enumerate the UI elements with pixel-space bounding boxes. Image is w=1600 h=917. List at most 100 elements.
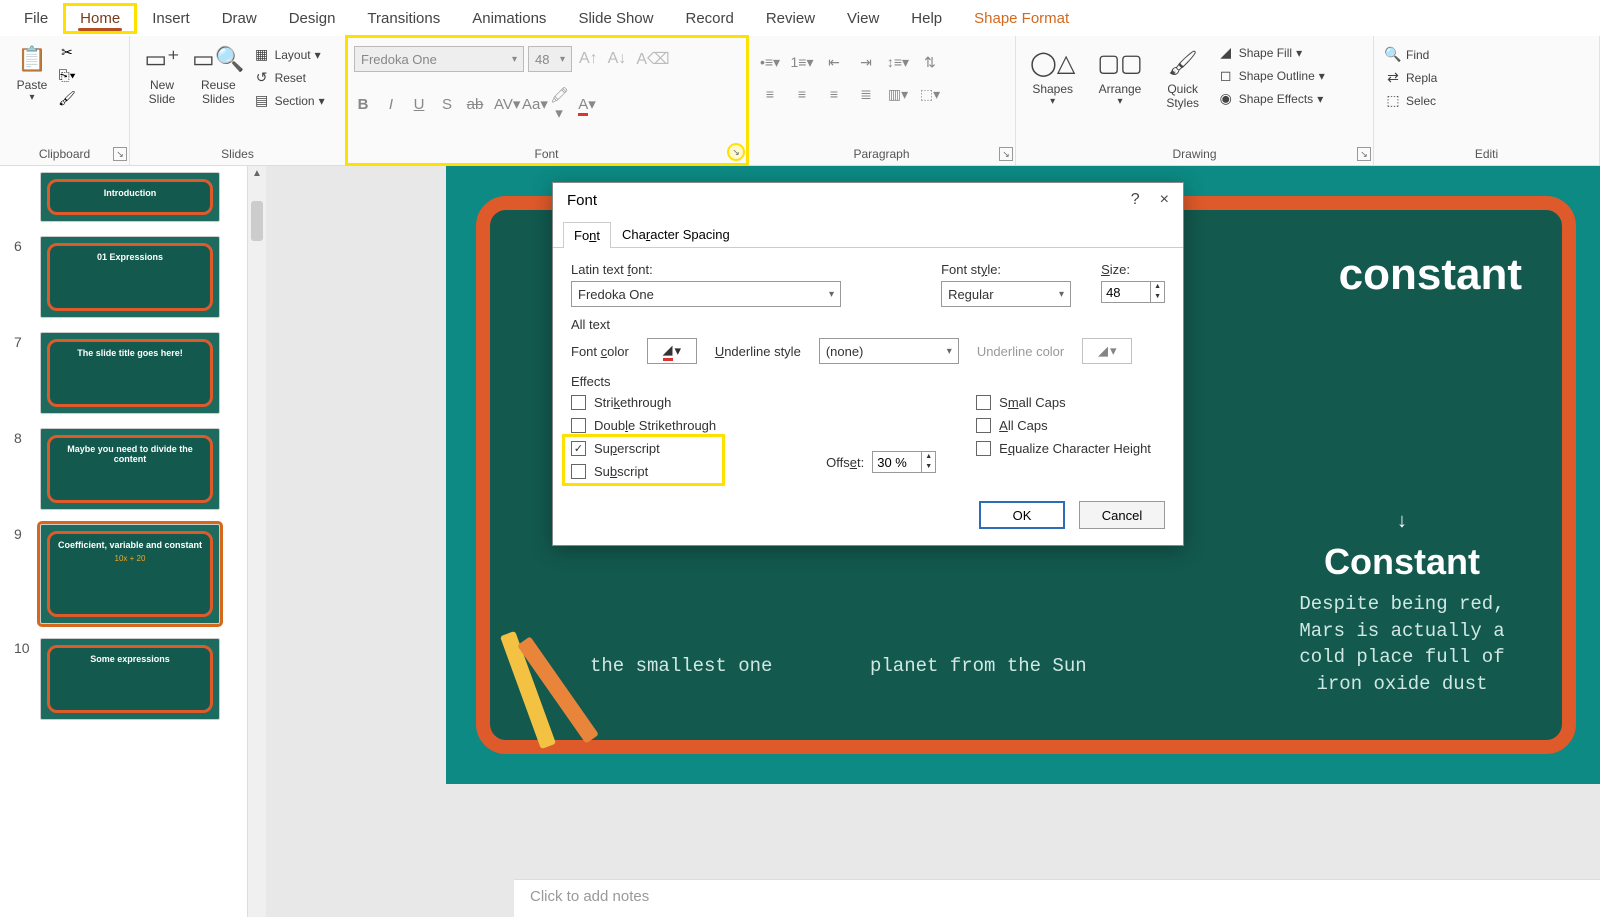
group-slides-label: Slides (138, 144, 337, 165)
italic-icon[interactable]: I (382, 96, 400, 113)
find-icon: 🔍 (1384, 46, 1402, 63)
strikethrough-checkbox[interactable]: Strikethrough (571, 395, 716, 410)
tab-review[interactable]: Review (750, 4, 831, 33)
cancel-button[interactable]: Cancel (1079, 501, 1165, 529)
font-color-button[interactable]: ◢▾ (647, 338, 697, 364)
dialog-tab-font[interactable]: Font (563, 222, 611, 248)
new-slide-button[interactable]: ▭⁺ New Slide (138, 40, 186, 110)
justify-icon[interactable]: ≣ (852, 80, 880, 108)
superscript-checkbox[interactable]: Superscript (571, 441, 716, 456)
tab-insert[interactable]: Insert (136, 4, 206, 33)
ok-button[interactable]: OK (979, 501, 1065, 529)
text-direction-icon[interactable]: ⇅ (916, 48, 944, 76)
tab-file[interactable]: File (8, 4, 64, 33)
thumb-scrollbar[interactable]: ▲ (248, 166, 266, 917)
copy-icon[interactable]: ⎘▾ (58, 67, 76, 84)
tab-transitions[interactable]: Transitions (351, 4, 456, 33)
subscript-checkbox[interactable]: Subscript (571, 464, 716, 479)
char-spacing-icon[interactable]: AV▾ (494, 95, 512, 113)
shapes-button[interactable]: ◯△Shapes▾ (1024, 44, 1081, 111)
underline-color-button[interactable]: ◢▾ (1082, 338, 1132, 364)
strike-icon[interactable]: ab (466, 96, 484, 113)
thumb-10[interactable]: Some expressions (40, 638, 220, 720)
cut-icon[interactable]: ✂ (58, 44, 76, 61)
shape-effects-button[interactable]: ◉Shape Effects ▾ (1217, 90, 1325, 107)
indent-dec-icon[interactable]: ⇤ (820, 48, 848, 76)
thumb-7[interactable]: The slide title goes here! (40, 332, 220, 414)
replace-button[interactable]: ⇄Repla (1384, 69, 1437, 86)
notes-placeholder[interactable]: Click to add notes (514, 879, 1600, 917)
format-painter-icon[interactable]: 🖌 (58, 90, 76, 107)
offset-spinner[interactable]: ▲▼ (872, 451, 936, 473)
font-launcher[interactable]: ↘ (727, 143, 745, 161)
shape-outline-button[interactable]: ◻Shape Outline ▾ (1217, 67, 1325, 84)
scroll-thumb[interactable] (251, 201, 263, 241)
numbering-icon[interactable]: 1≡▾ (788, 48, 816, 76)
new-slide-icon: ▭⁺ (144, 44, 179, 74)
align-center-icon[interactable]: ≡ (788, 80, 816, 108)
highlight-icon[interactable]: 🖍▾ (550, 86, 568, 122)
clipboard-icon: 📋 (17, 44, 47, 74)
dialog-close-icon[interactable]: × (1160, 191, 1169, 209)
layout-button[interactable]: ▦Layout ▾ (253, 46, 325, 63)
change-case-icon[interactable]: Aa▾ (522, 95, 540, 113)
underline-style-combo[interactable]: (none)▾ (819, 338, 959, 364)
tab-view[interactable]: View (831, 4, 895, 33)
equalize-height-checkbox[interactable]: Equalize Character Height (976, 441, 1151, 456)
indent-inc-icon[interactable]: ⇥ (852, 48, 880, 76)
font-color-icon[interactable]: A▾ (578, 95, 596, 113)
columns-icon[interactable]: ▥▾ (884, 80, 912, 108)
clear-format-icon[interactable]: A⌫ (633, 49, 672, 69)
tab-draw[interactable]: Draw (206, 4, 273, 33)
paragraph-launcher[interactable]: ↘ (999, 147, 1013, 161)
shape-fill-button[interactable]: ◢Shape Fill ▾ (1217, 44, 1325, 61)
align-right-icon[interactable]: ≡ (820, 80, 848, 108)
latin-font-combo[interactable]: Fredoka One▾ (571, 281, 841, 307)
thumb-5[interactable]: Introduction (40, 172, 220, 222)
tab-record[interactable]: Record (669, 4, 749, 33)
thumb-6[interactable]: 01 Expressions (40, 236, 220, 318)
reuse-slides-button[interactable]: ▭🔍 Reuse Slides (186, 40, 251, 110)
line-spacing-icon[interactable]: ↕≡▾ (884, 48, 912, 76)
font-style-combo[interactable]: Regular▾ (941, 281, 1071, 307)
arrange-button[interactable]: ▢▢Arrange▾ (1091, 44, 1148, 111)
align-left-icon[interactable]: ≡ (756, 80, 784, 108)
tab-shape-format[interactable]: Shape Format (958, 4, 1085, 33)
quick-styles-button[interactable]: 🖌Quick Styles (1159, 44, 1207, 114)
font-size-spinner[interactable]: ▲▼ (1101, 281, 1165, 303)
tab-home[interactable]: Home (64, 4, 136, 33)
scroll-up-icon[interactable]: ▲ (250, 166, 264, 181)
tab-animations[interactable]: Animations (456, 4, 562, 33)
smartart-icon[interactable]: ⬚▾ (916, 80, 944, 108)
font-name-combo[interactable]: Fredoka One▾ (354, 46, 524, 72)
tab-slideshow[interactable]: Slide Show (562, 4, 669, 33)
font-size-combo[interactable]: 48▾ (528, 46, 572, 72)
shadow-icon[interactable]: S (438, 96, 456, 113)
group-editing-label: Editi (1382, 144, 1591, 165)
tab-design[interactable]: Design (273, 4, 352, 33)
dialog-tab-spacing[interactable]: Character Spacing (611, 221, 741, 247)
clipboard-launcher[interactable]: ↘ (113, 147, 127, 161)
small-caps-checkbox[interactable]: Small Caps (976, 395, 1151, 410)
thumb-8[interactable]: Maybe you need to divide the content (40, 428, 220, 510)
bold-icon[interactable]: B (354, 96, 372, 113)
shapes-icon: ◯△ (1030, 48, 1075, 78)
arrange-icon: ▢▢ (1097, 48, 1142, 78)
select-button[interactable]: ⬚Selec (1384, 92, 1437, 109)
dialog-help-icon[interactable]: ? (1131, 191, 1140, 209)
underline-icon[interactable]: U (410, 96, 428, 113)
tab-help[interactable]: Help (895, 4, 958, 33)
bullets-icon[interactable]: •≡▾ (756, 48, 784, 76)
all-caps-checkbox[interactable]: All Caps (976, 418, 1151, 433)
find-button[interactable]: 🔍Find (1384, 46, 1437, 63)
section-button[interactable]: ▤Section ▾ (253, 92, 325, 109)
double-strike-checkbox[interactable]: Double Strikethrough (571, 418, 716, 433)
drawing-launcher[interactable]: ↘ (1357, 147, 1371, 161)
grow-font-icon[interactable]: A↑ (576, 50, 601, 68)
reset-button[interactable]: ↺Reset (253, 69, 325, 86)
font-dialog: Font ? × Font Character Spacing Latin te… (552, 182, 1184, 546)
thumb-9[interactable]: Coefficient, variable and constant10x + … (40, 524, 220, 624)
shrink-font-icon[interactable]: A↓ (605, 50, 630, 68)
paste-button[interactable]: 📋 Paste ▾ (8, 40, 56, 107)
thumbnail-panel[interactable]: Introduction 601 Expressions 7The slide … (0, 166, 248, 917)
